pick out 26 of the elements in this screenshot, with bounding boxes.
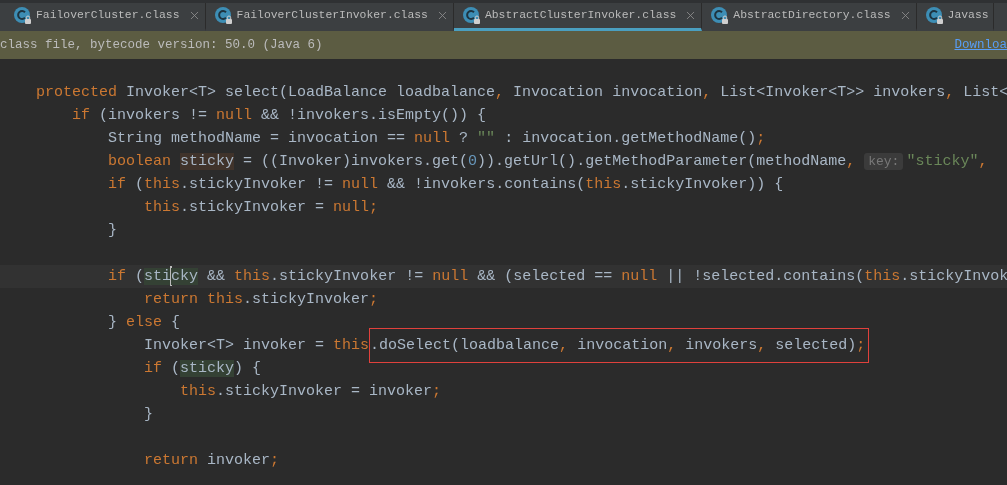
- class-icon: [14, 6, 32, 25]
- class-icon: [462, 6, 481, 25]
- code-text: "sticky",: [906, 153, 988, 170]
- code-text: this.stickyInvoker = invoker;: [179, 383, 442, 400]
- notification-text: class file, bytecode version: 50.0 (Java 6): [0, 36, 323, 54]
- code-text: if (this.stickyInvoker != null && !invokers.contains(this.stickyInvoker)) {: [107, 176, 784, 193]
- code-text: this.stickyInvoker = null;: [143, 199, 379, 216]
- code-text: cky && this.stickyInvoker != null && (selected == null || !selected.contains(this.stickyInvok: [171, 268, 1007, 285]
- class-icon: [925, 6, 944, 25]
- file-tab[interactable]: AbstractClusterInvoker.class: [453, 3, 703, 31]
- annotation-box: .doSelect(loadbalance, invocation, invokers, selected);: [369, 328, 870, 363]
- parameter-hint: key:: [864, 153, 904, 170]
- class-icon: [711, 6, 730, 25]
- code-text: return invoker;: [143, 452, 280, 469]
- code-text: protected Invoker<T> select(LoadBalance loadbalance, Invocation invocation, List<Invoker<T>> invokers, List<: [35, 84, 1007, 101]
- code-text: }: [143, 406, 154, 423]
- code-text: boolean sticky = ((Invoker)invokers.get(0)).getUrl().getMethodParameter(methodName,: [107, 153, 857, 170]
- code-text: if (invokers != null && !invokers.isEmpty()) {: [71, 107, 487, 124]
- code-text: if (sti: [107, 268, 172, 285]
- code-text: }: [107, 222, 118, 239]
- code-text: } else {: [107, 314, 181, 331]
- code-text: Invoker<T> invoker = this: [143, 337, 370, 354]
- code-text: String methodName = invocation == null ? "" : invocation.getMethodName();: [107, 130, 766, 147]
- code-text: return this.stickyInvoker;: [143, 291, 379, 308]
- code-text: if (sticky) {: [143, 360, 262, 377]
- class-icon: [214, 6, 233, 25]
